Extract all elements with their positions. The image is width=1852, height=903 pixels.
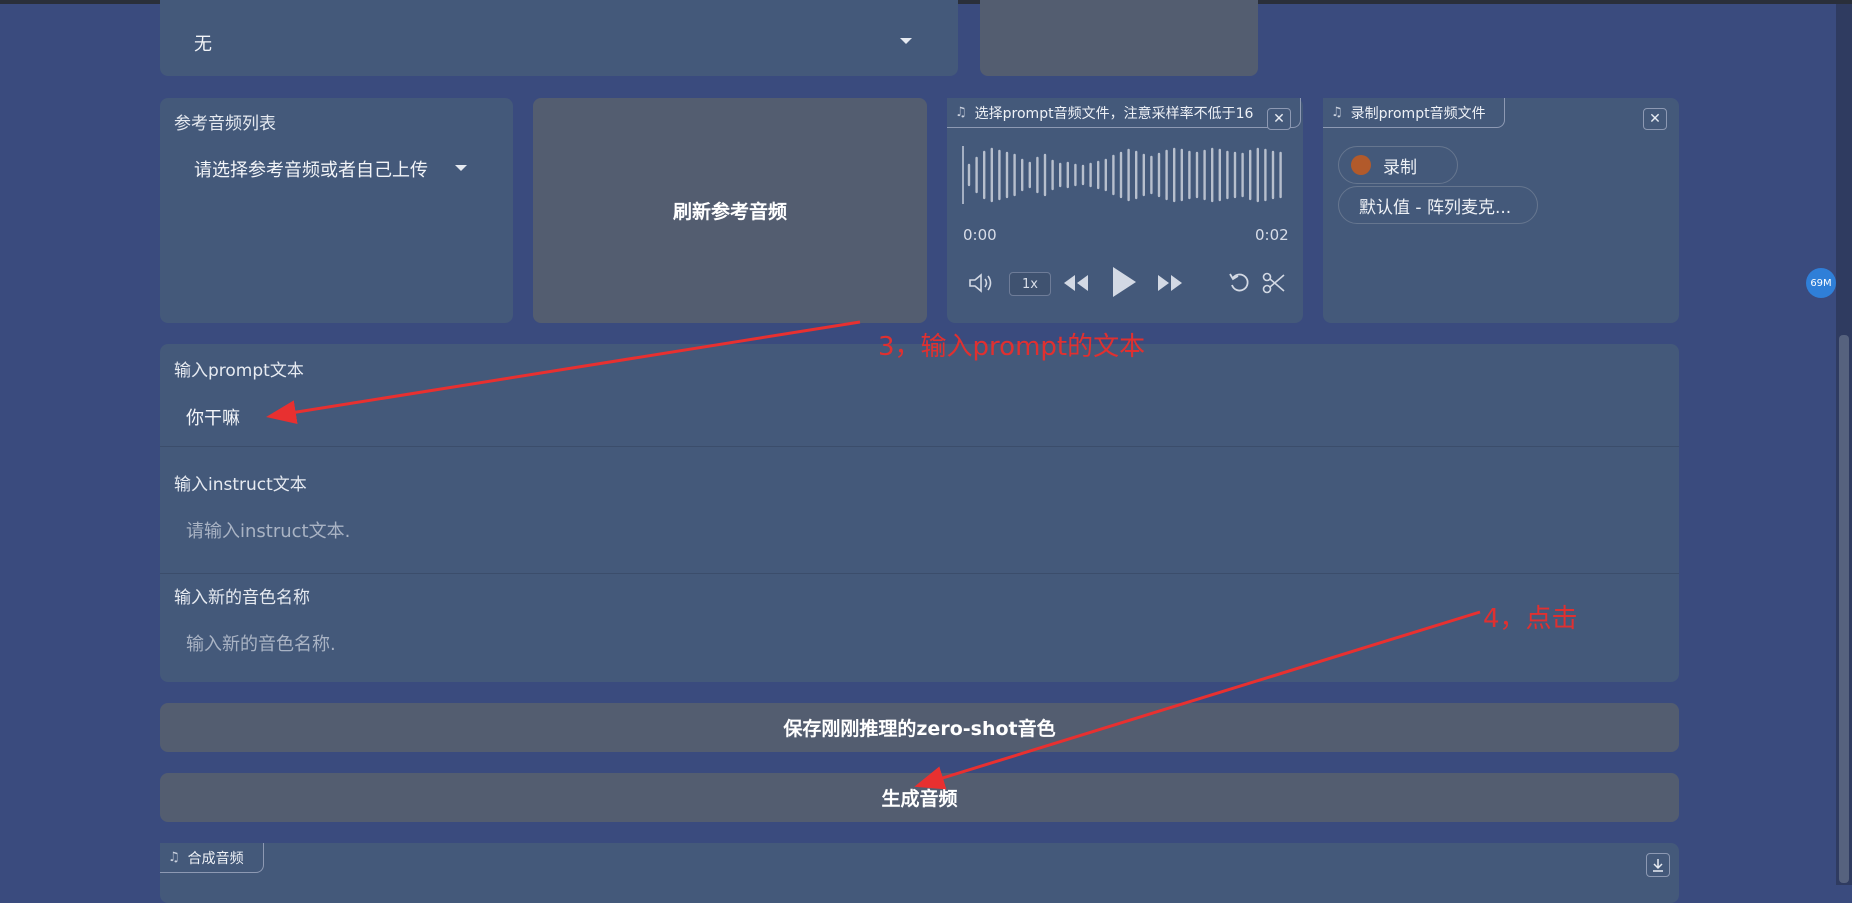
- memory-usage-badge: 69M: [1806, 268, 1836, 298]
- annotation-step3: 3，输入prompt的文本: [878, 332, 1146, 362]
- annotation-arrow-4: [914, 610, 1481, 790]
- annotation-arrows: [266, 320, 1481, 790]
- scrollbar-thumb[interactable]: [1839, 335, 1849, 883]
- annotation-arrow-3: [266, 320, 861, 425]
- annotation-step4: 4，点击: [1483, 604, 1578, 634]
